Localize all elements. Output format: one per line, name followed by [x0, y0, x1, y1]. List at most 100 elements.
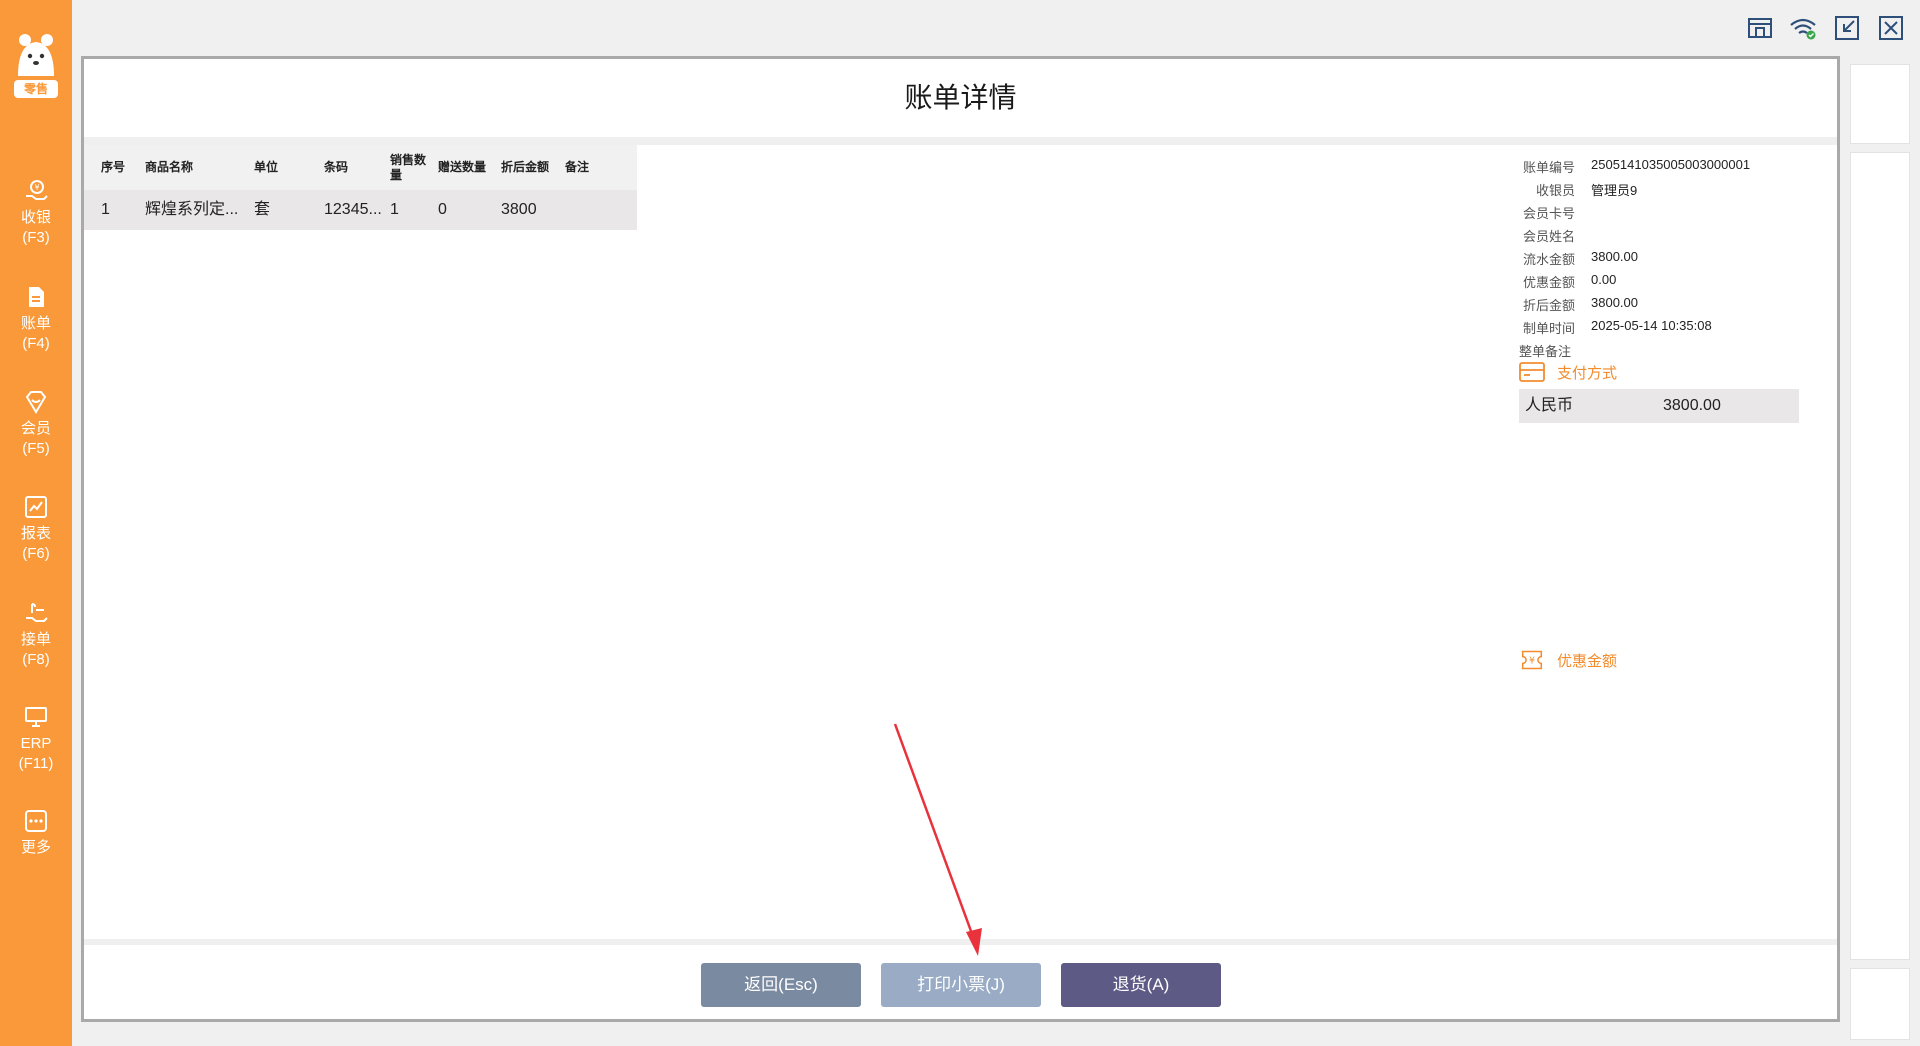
order-icon — [26, 603, 48, 622]
nav-erp[interactable]: ERP (F11) — [0, 704, 72, 774]
info-flow: 流水金额 3800.00 — [1519, 249, 1819, 272]
time-value: 2025-05-14 10:35:08 — [1591, 318, 1712, 333]
nav-order-key: (F8) — [22, 651, 50, 668]
divider — [84, 939, 1837, 945]
close-button[interactable] — [1876, 13, 1906, 43]
print-receipt-button[interactable]: 打印小票(J) — [881, 963, 1041, 1007]
coupon-icon: ¥ — [1521, 650, 1543, 670]
logo-label: 零售 — [14, 80, 58, 98]
return-goods-button[interactable]: 退货(A) — [1061, 963, 1221, 1007]
app-logo: 零售 — [12, 30, 60, 100]
col-index: 序号 — [101, 160, 126, 174]
col-unit: 单位 — [254, 160, 279, 174]
col-gift: 赠送数量 — [438, 160, 487, 174]
svg-text:¥: ¥ — [34, 183, 39, 192]
cell-barcode: 12345... — [324, 201, 382, 218]
wifi-icon — [1790, 18, 1816, 40]
col-name: 商品名称 — [145, 160, 194, 174]
nav-more-label: 更多 — [20, 839, 51, 856]
dialog-title: 账单详情 — [904, 82, 1017, 113]
items-table: 序号 商品名称 单位 条码 销售数量 赠送数量 折后金额 备注 1 辉煌系列定.… — [84, 145, 637, 230]
cashier-value: 管理员9 — [1591, 183, 1638, 198]
nav-report-label: 报表 — [20, 525, 51, 542]
payment-amount: 3800.00 — [1663, 397, 1721, 414]
remark-label: 整单备注 — [1519, 344, 1572, 359]
info-cashier: 收银员 管理员9 — [1519, 180, 1819, 203]
member-name-label: 会员姓名 — [1522, 229, 1575, 244]
info-after: 折后金额 3800.00 — [1519, 295, 1819, 318]
nav-member[interactable]: 会员 (F5) — [0, 389, 72, 459]
nav-bill-label: 账单 — [20, 315, 51, 332]
shrink-button[interactable] — [1832, 13, 1862, 43]
cell-gift: 0 — [438, 201, 447, 218]
nav-report[interactable]: 报表 (F6) — [0, 494, 72, 564]
payment-row: 人民币 3800.00 — [1519, 389, 1799, 423]
background-panel — [1850, 64, 1910, 144]
info-member-name: 会员姓名 — [1519, 226, 1819, 249]
nav-cashier-label: 收银 — [20, 209, 51, 226]
nav-member-key: (F5) — [22, 440, 50, 457]
col-note: 备注 — [565, 160, 590, 174]
member-icon — [25, 391, 47, 414]
background-panel — [1850, 968, 1910, 1040]
bill-icon — [29, 287, 44, 307]
report-icon — [25, 496, 47, 518]
cell-name: 辉煌系列定... — [145, 201, 239, 218]
time-label: 制单时间 — [1522, 321, 1575, 336]
discount-section-header: ¥ 优惠金额 — [1519, 649, 1617, 671]
store-button[interactable] — [1745, 13, 1775, 43]
col-qty: 销售数量 — [390, 152, 427, 182]
discount-label: 优惠金额 — [1522, 275, 1575, 290]
cashier-icon: ¥ — [26, 180, 48, 200]
bear-logo-icon — [18, 34, 54, 76]
nav-report-key: (F6) — [22, 545, 50, 562]
network-status-button[interactable] — [1788, 13, 1818, 43]
nav-order[interactable]: 接单 (F8) — [0, 600, 72, 670]
bill-detail-dialog: 账单详情 序号 商品名称 单位 条码 销售数量 赠送数量 折后金额 备注 1 辉… — [81, 56, 1840, 1022]
cell-qty: 1 — [390, 201, 399, 218]
nav-more[interactable]: 更多 — [0, 808, 72, 858]
bill-info-panel: 账单编号 2505141035005003000001 收银员 管理员9 会员卡号 … — [1519, 145, 1819, 670]
discount-value: 0.00 — [1591, 272, 1617, 287]
divider — [84, 137, 1837, 145]
payment-section-title: 支付方式 — [1557, 364, 1618, 382]
nav-bill[interactable]: 账单 (F4) — [0, 284, 72, 354]
cashier-label: 收银员 — [1535, 183, 1575, 198]
info-time: 制单时间 2025-05-14 10:35:08 — [1519, 318, 1819, 341]
table-header: 序号 商品名称 单位 条码 销售数量 赠送数量 折后金额 备注 — [84, 145, 637, 190]
back-button[interactable]: 返回(Esc) — [701, 963, 861, 1007]
nav-member-label: 会员 — [20, 420, 51, 437]
cell-unit: 套 — [254, 201, 271, 218]
after-value: 3800.00 — [1591, 295, 1638, 310]
col-barcode: 条码 — [324, 160, 349, 174]
close-icon — [1879, 16, 1903, 40]
nav-erp-label: ERP — [20, 735, 52, 752]
card-icon — [1519, 362, 1545, 382]
bill-no-label: 账单编号 — [1522, 160, 1575, 175]
payment-section-header: 支付方式 — [1519, 361, 1617, 383]
flow-label: 流水金额 — [1522, 252, 1575, 267]
nav-erp-key: (F11) — [18, 755, 54, 772]
svg-text:¥: ¥ — [1529, 655, 1535, 666]
nav-cashier[interactable]: ¥ 收银 (F3) — [0, 178, 72, 248]
card-label: 会员卡号 — [1522, 206, 1575, 221]
sidebar: 零售 ¥ 收银 (F3) 账单 (F4) 会员 (F5) 报表 (F6) 接单 … — [0, 0, 72, 1046]
erp-icon — [25, 707, 47, 727]
cell-amount: 3800 — [501, 201, 537, 218]
nav-order-label: 接单 — [20, 631, 51, 648]
after-label: 折后金额 — [1522, 298, 1575, 313]
payment-method: 人民币 — [1525, 397, 1574, 414]
shrink-icon — [1835, 16, 1859, 40]
more-icon — [25, 810, 47, 832]
background-panel — [1850, 152, 1910, 960]
store-icon — [1748, 18, 1772, 38]
info-card: 会员卡号 — [1519, 203, 1819, 226]
col-amount: 折后金额 — [501, 160, 550, 174]
table-row[interactable]: 1 辉煌系列定... 套 12345... 1 0 3800 — [84, 190, 637, 230]
cell-index: 1 — [101, 201, 110, 218]
flow-value: 3800.00 — [1591, 249, 1638, 264]
discount-section-title: 优惠金额 — [1557, 652, 1618, 670]
nav-bill-key: (F4) — [22, 335, 50, 352]
info-discount: 优惠金额 0.00 — [1519, 272, 1819, 295]
bill-no-value: 2505141035005003000001 — [1591, 157, 1751, 172]
